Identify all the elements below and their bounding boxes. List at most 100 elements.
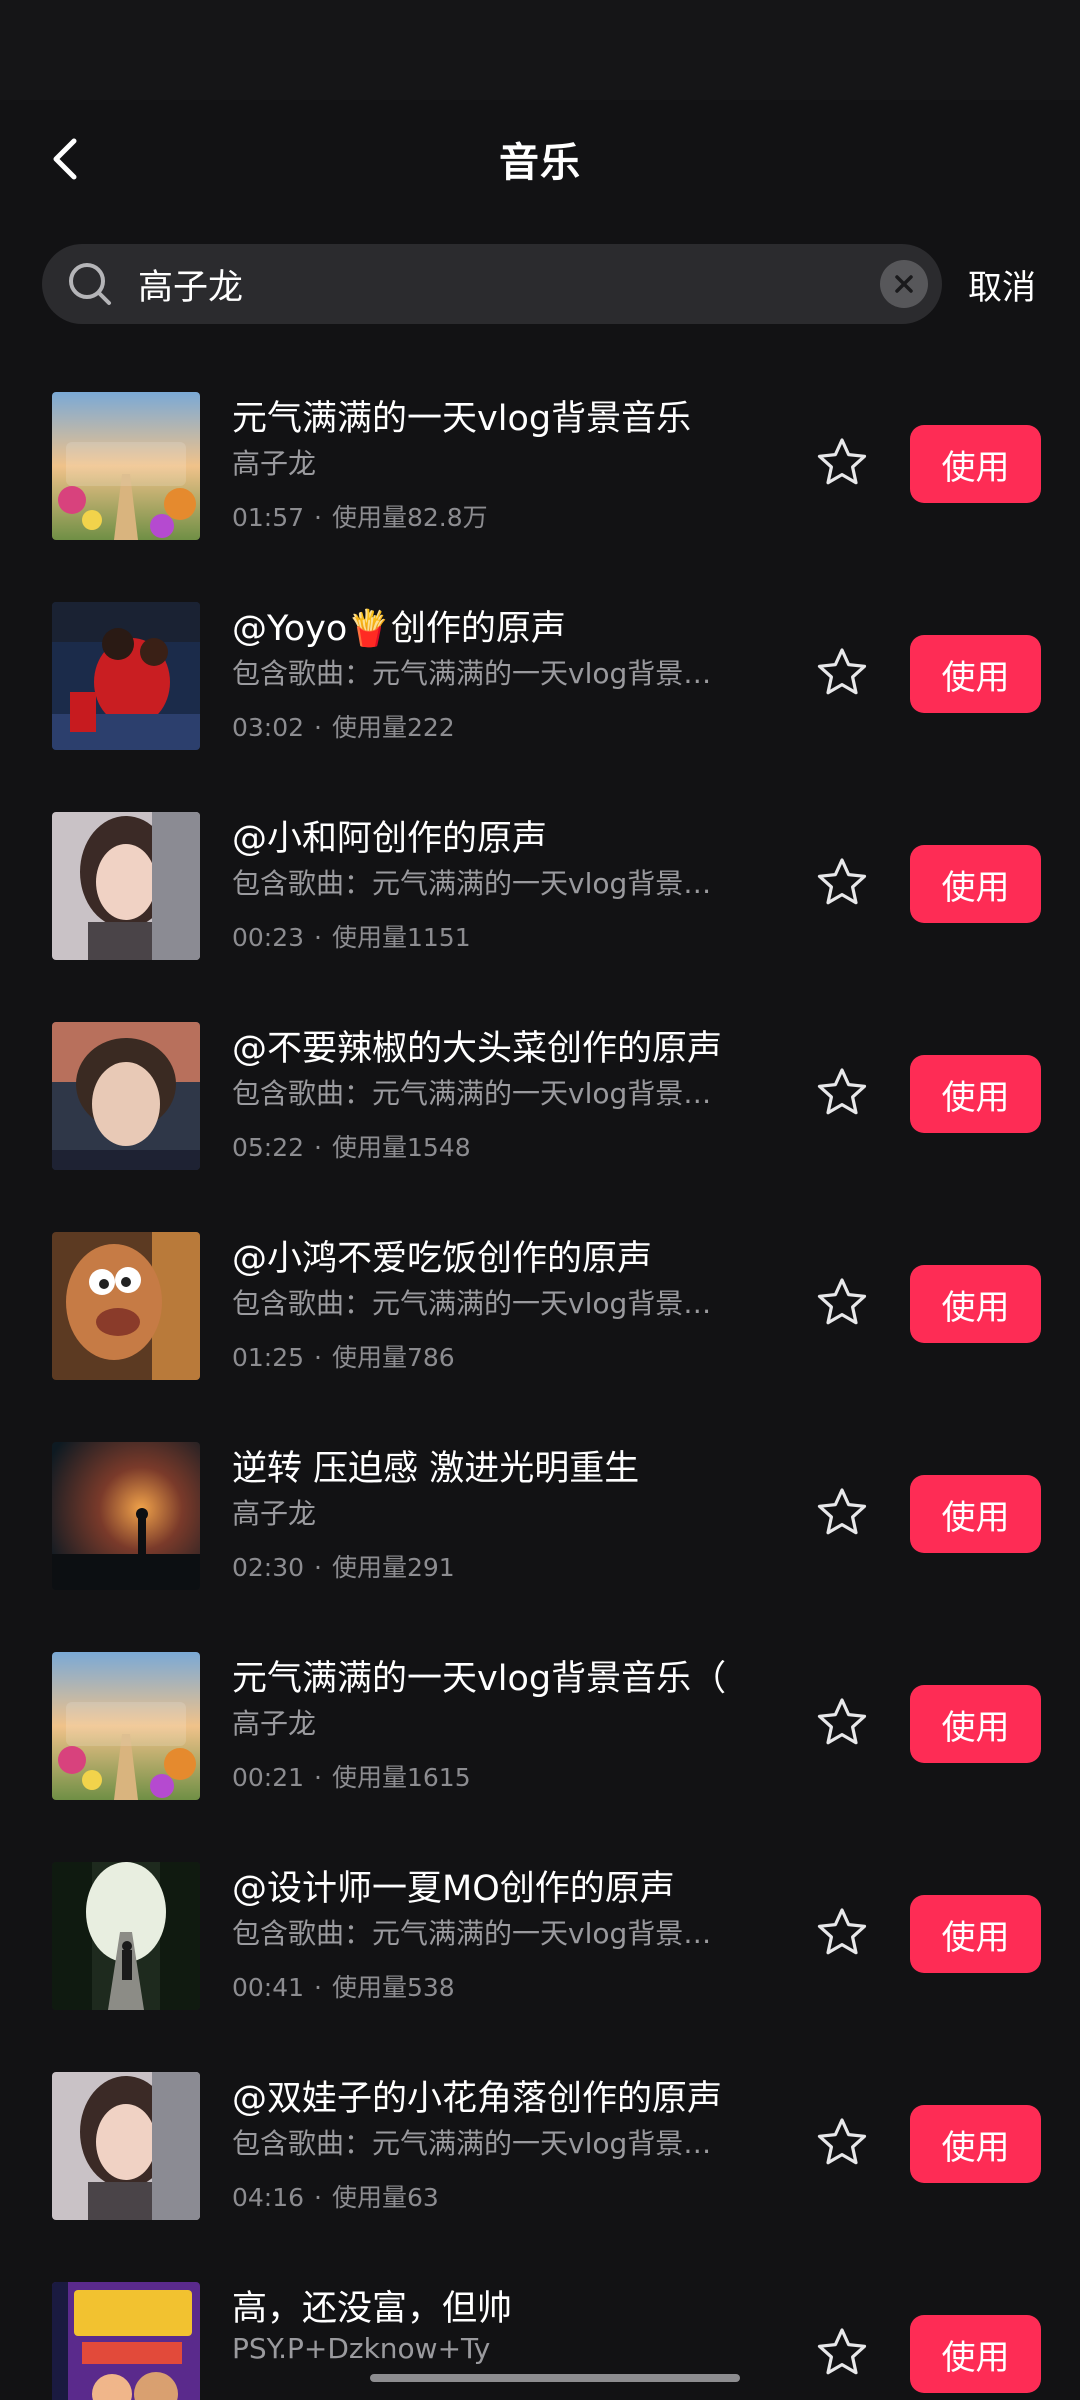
- separator-dot: ·: [314, 1763, 322, 1792]
- favorite-star-icon[interactable]: [816, 1276, 868, 1328]
- track-usage-count: 使用量1151: [332, 923, 471, 952]
- track-title: @Yoyo🍟创作的原声: [232, 609, 566, 649]
- woman-portrait-photo[interactable]: [52, 2072, 200, 2220]
- music-list-item[interactable]: 元气满满的一天vlog背景音乐高子龙 01:57 · 使用量82.8万 使用: [0, 360, 1080, 570]
- track-subtitle: PSY.P+Dzknow+Ty: [232, 2332, 491, 2365]
- track-duration: 04:16: [232, 2183, 305, 2212]
- use-button[interactable]: 使用: [910, 1685, 1041, 1763]
- track-title: 元气满满的一天vlog背景音乐（: [232, 1659, 727, 1699]
- status-bar: [0, 0, 1080, 100]
- use-button[interactable]: 使用: [910, 2315, 1041, 2393]
- tree-path-photo[interactable]: [52, 1862, 200, 2010]
- favorite-star-icon[interactable]: [816, 1696, 868, 1748]
- ping-pong-players-photo[interactable]: [52, 602, 200, 750]
- search-box[interactable]: [42, 244, 942, 324]
- favorite-star-icon[interactable]: [816, 646, 868, 698]
- music-list-item[interactable]: 元气满满的一天vlog背景音乐（ 高子龙 00:21 · 使用量1615 使用: [0, 1620, 1080, 1830]
- mvp-album-cover[interactable]: [52, 2282, 200, 2400]
- track-duration: 02:30: [232, 1553, 305, 1582]
- use-button[interactable]: 使用: [910, 2105, 1041, 2183]
- clear-search-button[interactable]: [880, 260, 928, 308]
- music-list-item[interactable]: @双娃子的小花角落创作的原声包含歌曲：元气满满的一天vlog背景… 04:16 · 使…: [0, 2040, 1080, 2250]
- track-usage-count: 使用量1615: [332, 1763, 471, 1792]
- track-duration: 00:21: [232, 1763, 305, 1792]
- track-subtitle: 包含歌曲：元气满满的一天vlog背景…: [232, 867, 712, 900]
- track-subtitle: 包含歌曲：元气满满的一天vlog背景…: [232, 2127, 712, 2160]
- track-subtitle: 高子龙: [232, 1497, 317, 1530]
- use-button[interactable]: 使用: [910, 1475, 1041, 1553]
- track-subtitle: 包含歌曲：元气满满的一天vlog背景…: [232, 1077, 712, 1110]
- use-button[interactable]: 使用: [910, 1895, 1041, 1973]
- music-list-item[interactable]: @不要辣椒的大头菜创作的原声包含歌曲：元气满满的一天vlog背景… 05:22 · 使…: [0, 990, 1080, 1200]
- track-title: 高，还没富，但帅: [232, 2289, 513, 2329]
- music-list-item[interactable]: @设计师一夏MO创作的原声 包含歌曲：元气满满的一天vlog背景… 00:41 · 使用…: [0, 1830, 1080, 2040]
- music-list-item[interactable]: @Yoyo🍟创作的原声 包含歌曲：元气满满的一天vlog背景… 03:02 · 使用量2…: [0, 570, 1080, 780]
- track-subtitle: 包含歌曲：元气满满的一天vlog背景…: [232, 657, 712, 690]
- separator-dot: ·: [314, 2183, 322, 2212]
- close-icon: [895, 275, 913, 293]
- music-list-item[interactable]: @小和阿创作的原声 包含歌曲：元气满满的一天vlog背景… 00:23 · 使用量115…: [0, 780, 1080, 990]
- track-meta: 05:22 · 使用量1548: [232, 1128, 471, 1164]
- track-title: @小鸿不爱吃饭创作的原声: [232, 1239, 653, 1279]
- track-usage-count: 使用量786: [332, 1343, 455, 1372]
- favorite-star-icon[interactable]: [816, 2116, 868, 2168]
- music-list-item[interactable]: @小鸿不爱吃饭创作的原声包含歌曲：元气满满的一天vlog背景… 01:25 · 使用量…: [0, 1200, 1080, 1410]
- track-title: @双娃子的小花角落创作的原声: [232, 2079, 723, 2119]
- search-input[interactable]: [138, 244, 898, 324]
- header: 音乐: [0, 100, 1080, 230]
- track-title: 元气满满的一天vlog背景音乐: [232, 399, 692, 439]
- search-icon: [69, 263, 111, 305]
- track-meta: 02:30 · 使用量291: [232, 1548, 455, 1584]
- track-duration: 00:41: [232, 1973, 305, 2002]
- use-button[interactable]: 使用: [910, 425, 1041, 503]
- track-meta: 03:02 · 使用量222: [232, 708, 455, 744]
- favorite-star-icon[interactable]: [816, 856, 868, 908]
- flower-path-artwork[interactable]: [52, 392, 200, 540]
- selfie-portrait-photo[interactable]: [52, 1022, 200, 1170]
- track-meta: 01:25 · 使用量786: [232, 1338, 455, 1374]
- results-list: 元气满满的一天vlog背景音乐 高子龙 01:57 · 使用量82.8万 使用 @Yoyo🍟…: [0, 360, 1080, 2400]
- track-meta: 00:23 · 使用量1151: [232, 918, 471, 954]
- track-duration: 01:57: [232, 503, 305, 532]
- track-usage-count: 使用量538: [332, 1973, 455, 2002]
- favorite-star-icon[interactable]: [816, 1906, 868, 1958]
- track-duration: 00:23: [232, 923, 305, 952]
- track-meta: 04:16 · 使用量63: [232, 2178, 439, 2214]
- track-title: @不要辣椒的大头菜创作的原声: [232, 1029, 723, 1069]
- track-usage-count: 使用量222: [332, 713, 455, 742]
- music-search-screen: 音乐 取消 元气满满的一天vlog背景音乐高子龙01:57·使用量82.8万使用…: [0, 0, 1080, 2400]
- favorite-star-icon[interactable]: [816, 436, 868, 488]
- track-duration: 01:25: [232, 1343, 305, 1372]
- use-button[interactable]: 使用: [910, 1265, 1041, 1343]
- track-meta: 01:57 · 使用量82.8万: [232, 498, 488, 534]
- cancel-button[interactable]: 取消: [968, 260, 1036, 309]
- woman-portrait-photo[interactable]: [52, 812, 200, 960]
- track-subtitle: 高子龙: [232, 1707, 317, 1740]
- track-usage-count: 使用量82.8万: [332, 503, 488, 532]
- track-subtitle: 高子龙: [232, 447, 317, 480]
- track-subtitle: 包含歌曲：元气满满的一天vlog背景…: [232, 1917, 712, 1950]
- cartoon-character-image[interactable]: [52, 1232, 200, 1380]
- track-title: @设计师一夏MO创作的原声: [232, 1869, 675, 1909]
- page-title: 音乐: [499, 140, 581, 186]
- music-list-item[interactable]: 逆转 压迫感 激进光明重生高子龙 02:30 · 使用量291 使用: [0, 1410, 1080, 1620]
- separator-dot: ·: [314, 713, 322, 742]
- separator-dot: ·: [314, 503, 322, 532]
- separator-dot: ·: [314, 923, 322, 952]
- track-subtitle: 包含歌曲：元气满满的一天vlog背景…: [232, 1287, 712, 1320]
- track-duration: 05:22: [232, 1133, 305, 1162]
- sunset-silhouette-artwork[interactable]: [52, 1442, 200, 1590]
- favorite-star-icon[interactable]: [816, 1066, 868, 1118]
- track-usage-count: 使用量291: [332, 1553, 455, 1582]
- track-title: 逆转 压迫感 激进光明重生: [232, 1449, 640, 1489]
- use-button[interactable]: 使用: [910, 635, 1041, 713]
- separator-dot: ·: [314, 1133, 322, 1162]
- use-button[interactable]: 使用: [910, 1055, 1041, 1133]
- track-meta: 00:21 · 使用量1615: [232, 1758, 471, 1794]
- use-button[interactable]: 使用: [910, 845, 1041, 923]
- flower-path-artwork[interactable]: [52, 1652, 200, 1800]
- home-indicator[interactable]: [370, 2374, 740, 2382]
- track-usage-count: 使用量63: [332, 2183, 439, 2212]
- favorite-star-icon[interactable]: [816, 2326, 868, 2378]
- favorite-star-icon[interactable]: [816, 1486, 868, 1538]
